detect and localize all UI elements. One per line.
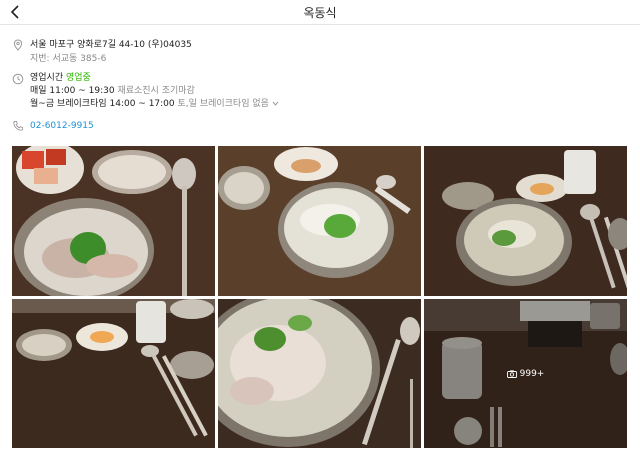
phone-icon bbox=[13, 121, 23, 131]
address-text[interactable]: 서울 마포구 양화로7길 44-10 (우)04035 bbox=[30, 38, 612, 52]
break-time-note: 토,일 브레이크타임 없음 bbox=[177, 99, 269, 109]
photo-soup-topdown[interactable] bbox=[12, 146, 215, 296]
camera-icon bbox=[506, 369, 517, 378]
daily-hours-note: 재료소진시 조기마감 bbox=[117, 86, 195, 96]
hours-row: 영업시간 영업중 매일 11:00 ~ 19:30 재료소진시 조기마감 월~금… bbox=[12, 72, 612, 111]
lot-address-text: 지번: 서교동 385-6 bbox=[30, 54, 107, 64]
more-photos-overlay[interactable]: 999+ bbox=[424, 299, 627, 448]
photo-soup-closeup[interactable] bbox=[218, 299, 421, 448]
place-info: 서울 마포구 양화로7길 44-10 (우)04035 지번: 서교동 385-… bbox=[12, 38, 612, 133]
phone-row[interactable]: 02-6012-9915 bbox=[12, 119, 612, 133]
daily-hours-text: 매일 11:00 ~ 19:30 bbox=[30, 86, 115, 96]
break-time[interactable]: 월~금 브레이크타임 14:00 ~ 17:00 토,일 브레이크타임 없음 bbox=[30, 98, 612, 111]
phone-number-link[interactable]: 02-6012-9915 bbox=[30, 121, 94, 131]
photo-gallery: 999+ bbox=[12, 146, 627, 448]
hours-header: 영업시간 영업중 bbox=[30, 72, 612, 85]
clock-icon bbox=[12, 73, 24, 85]
address-row: 서울 마포구 양화로7길 44-10 (우)04035 지번: 서교동 385-… bbox=[12, 38, 612, 66]
chevron-down-icon[interactable] bbox=[272, 101, 279, 106]
header-bar: 옥동식 bbox=[0, 0, 640, 25]
more-photos-count: 999+ bbox=[519, 368, 545, 379]
daily-hours: 매일 11:00 ~ 19:30 재료소진시 조기마감 bbox=[30, 85, 612, 98]
photo-side-dishes[interactable] bbox=[12, 299, 215, 448]
photo-soup-bowl[interactable] bbox=[218, 146, 421, 296]
open-status-badge: 영업중 bbox=[66, 73, 91, 83]
hours-label: 영업시간 bbox=[30, 73, 64, 83]
break-time-text: 월~금 브레이크타임 14:00 ~ 17:00 bbox=[30, 99, 175, 109]
map-pin-icon bbox=[13, 39, 23, 51]
page-title: 옥동식 bbox=[303, 6, 337, 20]
photo-restaurant-interior[interactable]: 999+ bbox=[424, 299, 627, 448]
photo-table-setting[interactable] bbox=[424, 146, 627, 296]
